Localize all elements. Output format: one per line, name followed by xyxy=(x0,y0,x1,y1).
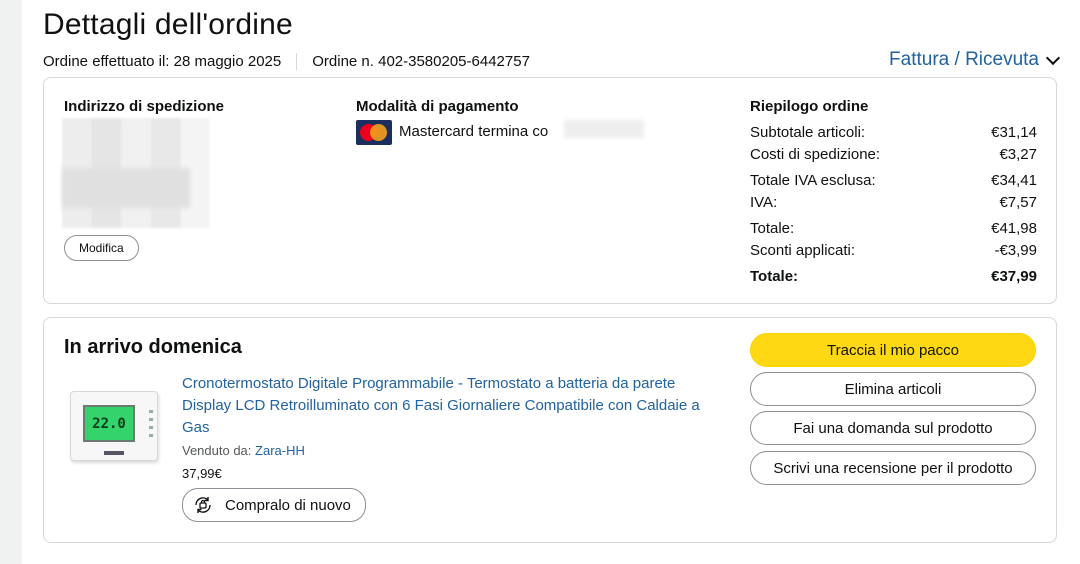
summary-row: Costi di spedizione: €3,27 xyxy=(750,144,1037,166)
seller-info: Venduto da: Zara-HH xyxy=(182,443,305,458)
edit-address-button[interactable]: Modifica xyxy=(64,235,139,261)
remove-items-button[interactable]: Elimina articoli xyxy=(750,372,1036,406)
payment-method: Mastercard termina co xyxy=(399,123,549,140)
buy-again-label[interactable]: Compralo di nuovo xyxy=(225,497,351,514)
invoice-link-label[interactable]: Fattura / Ricevuta xyxy=(889,49,1039,71)
item-price: 37,99€ xyxy=(182,466,222,481)
chevron-down-icon[interactable] xyxy=(1045,50,1061,65)
order-info-card: Indirizzo di spedizione Modifica Modalit… xyxy=(43,77,1057,304)
summary-heading: Riepilogo ordine xyxy=(750,98,869,115)
sold-by-label: Venduto da: xyxy=(182,443,252,458)
delivery-status: In arrivo domenica xyxy=(64,336,242,358)
order-date: Ordine effettuato il: 28 maggio 2025 xyxy=(43,53,282,70)
summary-value: €7,57 xyxy=(999,194,1037,211)
ask-question-button[interactable]: Fai una domanda sul prodotto xyxy=(750,411,1036,445)
summary-total-value: €37,99 xyxy=(991,268,1037,285)
summary-row: IVA: €7,57 xyxy=(750,192,1037,214)
summary-row: Sconti applicati: -€3,99 xyxy=(750,240,1037,262)
thermostat-logo xyxy=(104,451,124,455)
product-thumbnail[interactable]: 22.0 xyxy=(70,391,158,461)
summary-row: Subtotale articoli: €31,14 xyxy=(750,122,1037,144)
invoice-dropdown[interactable]: Fattura / Ricevuta xyxy=(889,49,1061,71)
order-number: Ordine n. 402-3580205-6442757 xyxy=(312,53,530,70)
summary-label: Sconti applicati: xyxy=(750,242,856,259)
summary-label: IVA: xyxy=(750,194,778,211)
order-meta: Ordine effettuato il: 28 maggio 2025 Ord… xyxy=(43,53,530,70)
summary-label: Totale IVA esclusa: xyxy=(750,172,876,189)
summary-value: €41,98 xyxy=(991,220,1037,237)
payment-heading: Modalità di pagamento xyxy=(356,98,519,115)
page-title: Dettagli dell'ordine xyxy=(43,8,293,41)
buy-again-icon xyxy=(195,497,211,513)
summary-value: €31,14 xyxy=(991,124,1037,141)
summary-label: Totale: xyxy=(750,220,795,237)
track-package-button[interactable]: Traccia il mio pacco xyxy=(750,333,1036,367)
product-title-link[interactable]: Cronotermostato Digitale Programmabile -… xyxy=(182,373,727,439)
summary-total-row: Totale: €37,99 xyxy=(750,266,1037,288)
shipment-card: In arrivo domenica 22.0 Cronotermostato … xyxy=(43,317,1057,543)
summary-label: Costi di spedizione: xyxy=(750,146,881,163)
mastercard-icon xyxy=(356,120,392,145)
order-summary: Subtotale articoli: €31,14 Costi di sped… xyxy=(750,122,1037,288)
shipping-heading: Indirizzo di spedizione xyxy=(64,98,225,115)
summary-row: Totale IVA esclusa: €34,41 xyxy=(750,170,1037,192)
order-details-page: Dettagli dell'ordine Ordine effettuato i… xyxy=(22,0,1080,564)
summary-value: -€3,99 xyxy=(994,242,1037,259)
summary-row: Totale: €41,98 xyxy=(750,218,1037,240)
redacted-card-digits xyxy=(564,120,644,138)
summary-value: €34,41 xyxy=(991,172,1037,189)
thermostat-buttons xyxy=(149,410,153,438)
redacted-address-block xyxy=(62,168,190,208)
summary-value: €3,27 xyxy=(999,146,1037,163)
summary-label: Subtotale articoli: xyxy=(750,124,866,141)
meta-divider xyxy=(296,53,298,70)
seller-link[interactable]: Zara-HH xyxy=(255,443,305,458)
buy-again-button[interactable]: Compralo di nuovo xyxy=(182,488,366,522)
write-review-button[interactable]: Scrivi una recensione per il prodotto xyxy=(750,451,1036,485)
thermostat-display: 22.0 xyxy=(83,405,135,442)
summary-total-label: Totale: xyxy=(750,268,799,285)
